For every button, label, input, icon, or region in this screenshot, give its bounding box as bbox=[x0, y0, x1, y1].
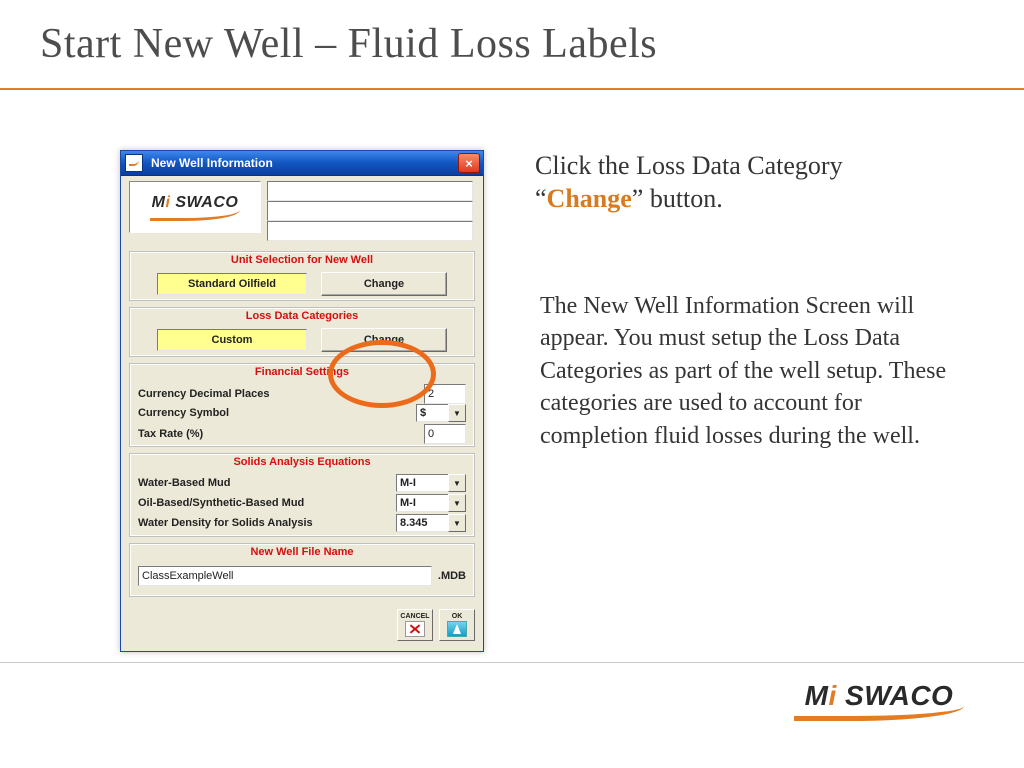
unit-selection-value: Standard Oilfield bbox=[157, 273, 307, 295]
solids-analysis-title: Solids Analysis Equations bbox=[130, 456, 474, 468]
swoosh-icon bbox=[794, 706, 964, 721]
water-density-select[interactable]: 8.345 ▼ bbox=[396, 514, 466, 532]
swoosh-icon bbox=[150, 210, 240, 221]
chevron-down-icon: ▼ bbox=[448, 514, 466, 532]
tax-rate-label: Tax Rate (%) bbox=[138, 428, 203, 440]
chevron-down-icon: ▼ bbox=[448, 474, 466, 492]
unit-selection-title: Unit Selection for New Well bbox=[130, 254, 474, 266]
water-density-label: Water Density for Solids Analysis bbox=[138, 517, 313, 529]
currency-decimal-label: Currency Decimal Places bbox=[138, 388, 269, 400]
divider-bottom bbox=[0, 662, 1024, 663]
financial-settings-group: Financial Settings Currency Decimal Plac… bbox=[129, 363, 475, 447]
footer-logo: Mi SWACO bbox=[794, 680, 964, 721]
file-name-input[interactable]: ClassExampleWell bbox=[138, 566, 432, 586]
header-field-1[interactable] bbox=[267, 181, 473, 201]
solids-analysis-group: Solids Analysis Equations Water-Based Mu… bbox=[129, 453, 475, 537]
cancel-icon bbox=[405, 621, 425, 637]
close-button[interactable]: × bbox=[458, 153, 480, 173]
file-extension-label: .MDB bbox=[438, 570, 466, 582]
cancel-button[interactable]: CANCEL bbox=[397, 609, 433, 641]
slide: Start New Well – Fluid Loss Labels Click… bbox=[0, 0, 1024, 768]
instruction-suffix: ” button. bbox=[632, 184, 723, 213]
financial-settings-title: Financial Settings bbox=[130, 366, 474, 378]
header-field-3[interactable] bbox=[267, 221, 473, 241]
instruction-emphasis: Change bbox=[547, 184, 632, 213]
loss-data-title: Loss Data Categories bbox=[130, 310, 474, 322]
chevron-down-icon: ▼ bbox=[448, 494, 466, 512]
chevron-down-icon: ▼ bbox=[448, 404, 466, 422]
titlebar[interactable]: New Well Information × bbox=[121, 151, 483, 176]
header-fields bbox=[267, 181, 473, 241]
oil-mud-label: Oil-Based/Synthetic-Based Mud bbox=[138, 497, 304, 509]
page-title: Start New Well – Fluid Loss Labels bbox=[40, 20, 657, 68]
currency-symbol-value: $ bbox=[416, 404, 448, 422]
app-icon bbox=[125, 154, 143, 172]
cancel-caption: CANCEL bbox=[400, 613, 429, 620]
unit-selection-group: Unit Selection for New Well Standard Oil… bbox=[129, 251, 475, 301]
water-density-value: 8.345 bbox=[396, 514, 448, 532]
oil-mud-select[interactable]: M-I ▼ bbox=[396, 494, 466, 512]
logo-suffix: SWACO bbox=[170, 194, 238, 211]
ok-icon bbox=[447, 621, 467, 637]
logo-prefix: M bbox=[152, 194, 166, 211]
header-field-2[interactable] bbox=[267, 201, 473, 221]
divider-top bbox=[0, 88, 1024, 90]
loss-data-group: Loss Data Categories Custom Change bbox=[129, 307, 475, 357]
titlebar-title: New Well Information bbox=[147, 156, 458, 170]
loss-data-value: Custom bbox=[157, 329, 307, 351]
currency-symbol-select[interactable]: $ ▼ bbox=[416, 404, 466, 422]
new-well-dialog: New Well Information × Mi SWACO Unit Sel… bbox=[120, 150, 484, 652]
water-mud-label: Water-Based Mud bbox=[138, 477, 231, 489]
dialog-button-row: CANCEL OK bbox=[397, 609, 475, 641]
loss-change-button[interactable]: Change bbox=[321, 328, 447, 352]
dialog-client-area: Mi SWACO Unit Selection for New Well Sta… bbox=[125, 179, 479, 647]
ok-button[interactable]: OK bbox=[439, 609, 475, 641]
file-name-title: New Well File Name bbox=[130, 546, 474, 558]
tax-rate-input[interactable]: 0 bbox=[424, 424, 466, 444]
ok-caption: OK bbox=[452, 613, 463, 620]
currency-decimal-input[interactable]: 2 bbox=[424, 384, 466, 404]
logo-panel: Mi SWACO bbox=[129, 181, 261, 233]
oil-mud-value: M-I bbox=[396, 494, 448, 512]
instruction-text: Click the Loss Data Category “Change” bu… bbox=[535, 150, 955, 215]
water-mud-value: M-I bbox=[396, 474, 448, 492]
file-name-group: New Well File Name ClassExampleWell .MDB bbox=[129, 543, 475, 597]
currency-symbol-label: Currency Symbol bbox=[138, 407, 229, 419]
water-mud-select[interactable]: M-I ▼ bbox=[396, 474, 466, 492]
logo-text: Mi SWACO bbox=[152, 194, 239, 212]
explanation-text: The New Well Information Screen will app… bbox=[540, 290, 970, 452]
unit-change-button[interactable]: Change bbox=[321, 272, 447, 296]
